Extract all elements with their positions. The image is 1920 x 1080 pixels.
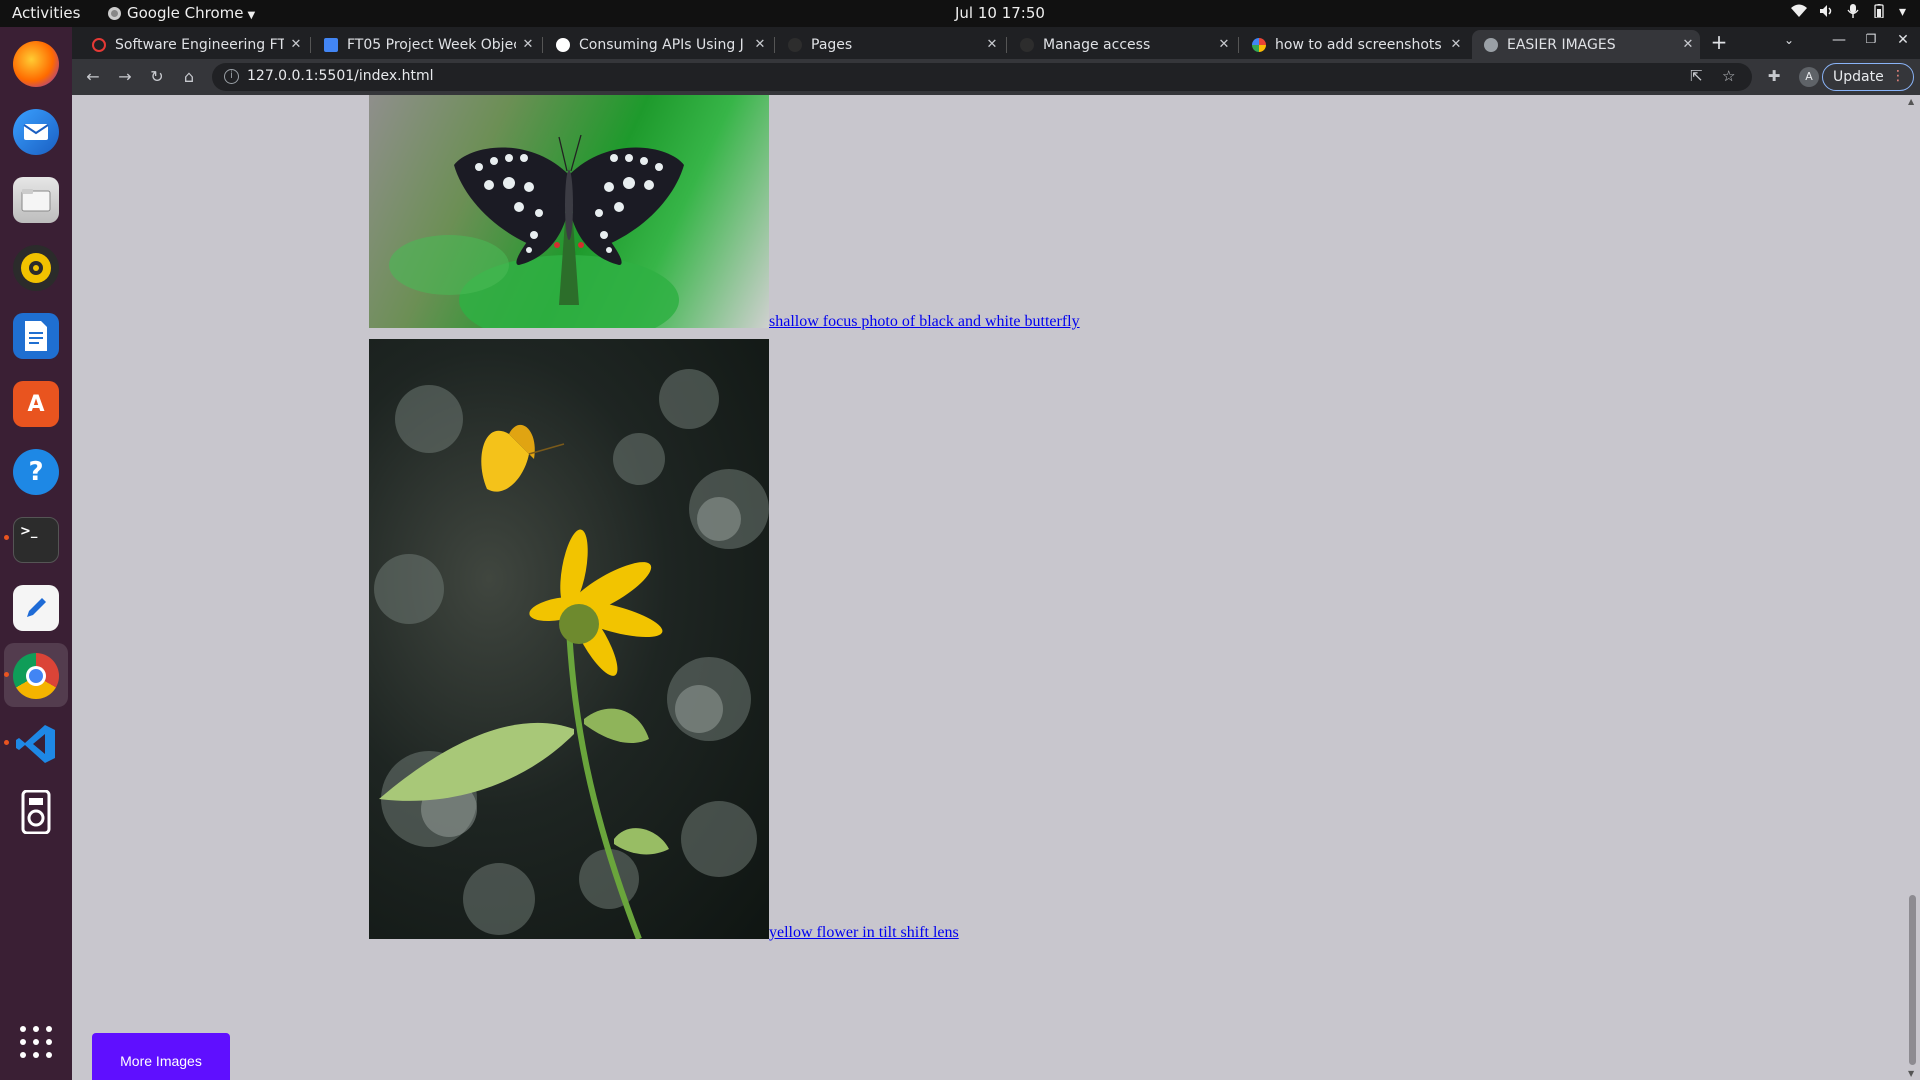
microphone-icon <box>1847 4 1859 22</box>
extensions-puzzle-icon[interactable]: ✚ <box>1764 67 1784 85</box>
tab-favicon-icon <box>92 37 106 52</box>
tab-separator <box>1238 37 1239 53</box>
dock: A ? >_ <box>0 27 72 1080</box>
minimize-button[interactable]: — <box>1828 32 1850 48</box>
home-icon[interactable]: ⌂ <box>178 66 200 88</box>
media-player-icon[interactable] <box>13 789 59 835</box>
show-applications-icon[interactable] <box>20 1026 52 1058</box>
url-input[interactable] <box>247 68 1647 84</box>
tab-separator <box>310 37 311 53</box>
close-tab-icon[interactable]: ✕ <box>980 37 1004 52</box>
libreoffice-writer-icon[interactable] <box>13 313 59 359</box>
close-tab-icon[interactable]: ✕ <box>748 37 772 52</box>
clock[interactable]: Jul 10 17:50 <box>955 4 1045 22</box>
chrome-window: Software Engineering FT ✕ FT05 Project W… <box>72 27 1920 1080</box>
help-icon[interactable]: ? <box>13 449 59 495</box>
chrome-mini-icon <box>108 7 121 20</box>
page-viewport: shallow focus photo of black and white b… <box>72 95 1920 1080</box>
vscode-icon[interactable] <box>13 721 59 767</box>
tab-title: Pages <box>811 36 853 53</box>
running-indicator <box>4 535 9 540</box>
software-center-icon[interactable]: A <box>13 381 59 427</box>
reload-icon[interactable]: ↻ <box>146 66 168 88</box>
tab-title: Manage access <box>1043 36 1151 53</box>
activities-button[interactable]: Activities <box>12 4 80 22</box>
tab-separator <box>774 37 775 53</box>
tab-title: Software Engineering FT <box>115 36 284 53</box>
status-area[interactable]: ▾ <box>1790 4 1906 22</box>
butterfly-image <box>369 95 769 328</box>
tab-software-engineering[interactable]: Software Engineering FT ✕ <box>80 30 308 59</box>
firefox-icon[interactable] <box>13 41 59 87</box>
close-tab-icon[interactable]: ✕ <box>1676 37 1700 52</box>
close-tab-icon[interactable]: ✕ <box>516 37 540 52</box>
tab-easier-images[interactable]: EASIER IMAGES ✕ <box>1472 30 1700 59</box>
update-button[interactable]: Update ⋮ <box>1822 63 1914 91</box>
wifi-icon <box>1790 4 1807 22</box>
page-scrollbar[interactable]: ▲ ▼ <box>1905 95 1920 1080</box>
site-info-icon[interactable]: i <box>224 69 239 84</box>
app-menu[interactable]: Google Chrome ▼ <box>108 4 255 22</box>
medium-favicon-icon <box>556 37 570 52</box>
butterfly-caption-link[interactable]: shallow focus photo of black and white b… <box>769 313 1080 331</box>
chevron-down-icon: ▼ <box>247 10 256 21</box>
tab-consuming-apis[interactable]: Consuming APIs Using J ✕ <box>544 30 772 59</box>
files-icon[interactable] <box>13 177 59 223</box>
tab-ft05-project[interactable]: FT05 Project Week Objec ✕ <box>312 30 540 59</box>
tab-pages[interactable]: Pages ✕ <box>776 30 1004 59</box>
more-images-button[interactable]: More Images <box>92 1033 230 1080</box>
address-bar[interactable]: i ⇱ ☆ <box>212 63 1752 91</box>
github-favicon-icon <box>788 37 802 52</box>
tab-separator <box>1006 37 1007 53</box>
close-tab-icon[interactable]: ✕ <box>284 37 308 52</box>
back-arrow-icon[interactable]: ← <box>82 66 104 88</box>
system-menu-chevron-icon: ▾ <box>1898 4 1906 20</box>
volume-icon <box>1819 4 1835 22</box>
close-window-button[interactable]: ✕ <box>1892 32 1914 48</box>
tab-how-to-add-screenshots[interactable]: how to add screenshots ✕ <box>1240 30 1468 59</box>
bookmark-star-icon[interactable]: ☆ <box>1722 67 1735 85</box>
running-indicator <box>4 672 9 677</box>
globe-favicon-icon <box>1484 37 1498 52</box>
tab-title: how to add screenshots <box>1275 36 1442 53</box>
running-indicator <box>4 740 9 745</box>
sunflower-image <box>369 339 769 939</box>
github-favicon-icon <box>1020 37 1034 52</box>
tab-title: EASIER IMAGES <box>1507 36 1616 53</box>
terminal-icon[interactable]: >_ <box>13 517 59 563</box>
google-chrome-icon[interactable] <box>13 653 59 699</box>
rhythmbox-icon[interactable] <box>13 245 59 291</box>
tab-manage-access[interactable]: Manage access ✕ <box>1008 30 1236 59</box>
tab-title: FT05 Project Week Objec <box>347 36 516 53</box>
new-tab-button[interactable]: + <box>1706 31 1732 55</box>
text-editor-icon[interactable] <box>13 585 59 631</box>
share-icon[interactable]: ⇱ <box>1690 67 1703 85</box>
docs-favicon-icon <box>324 37 338 52</box>
tab-search-chevron-icon[interactable]: ⌄ <box>1784 33 1794 47</box>
tab-strip: Software Engineering FT ✕ FT05 Project W… <box>72 27 1920 59</box>
close-tab-icon[interactable]: ✕ <box>1212 37 1236 52</box>
app-menu-label: Google Chrome <box>127 4 244 22</box>
update-button-label: Update <box>1833 69 1884 85</box>
thunderbird-icon[interactable] <box>13 109 59 155</box>
profile-avatar[interactable]: A <box>1799 67 1819 87</box>
system-top-bar: Activities Google Chrome ▼ Jul 10 17:50 ▾ <box>0 0 1920 27</box>
tab-separator <box>542 37 543 53</box>
scroll-down-arrow-icon[interactable]: ▼ <box>1908 1069 1914 1078</box>
close-tab-icon[interactable]: ✕ <box>1444 37 1468 52</box>
scroll-up-arrow-icon[interactable]: ▲ <box>1908 97 1914 106</box>
more-menu-icon[interactable]: ⋮ <box>1891 68 1905 84</box>
google-favicon-icon <box>1252 37 1266 52</box>
tab-title: Consuming APIs Using J <box>579 36 744 53</box>
browser-toolbar: ← → ↻ ⌂ i ⇱ ☆ ✚ A Update ⋮ <box>72 59 1920 95</box>
sunflower-caption-link[interactable]: yellow flower in tilt shift lens <box>769 924 959 942</box>
forward-arrow-icon[interactable]: → <box>114 66 136 88</box>
battery-icon <box>1871 4 1887 22</box>
scrollbar-thumb[interactable] <box>1909 895 1916 1065</box>
restore-button[interactable]: ❐ <box>1860 32 1882 46</box>
